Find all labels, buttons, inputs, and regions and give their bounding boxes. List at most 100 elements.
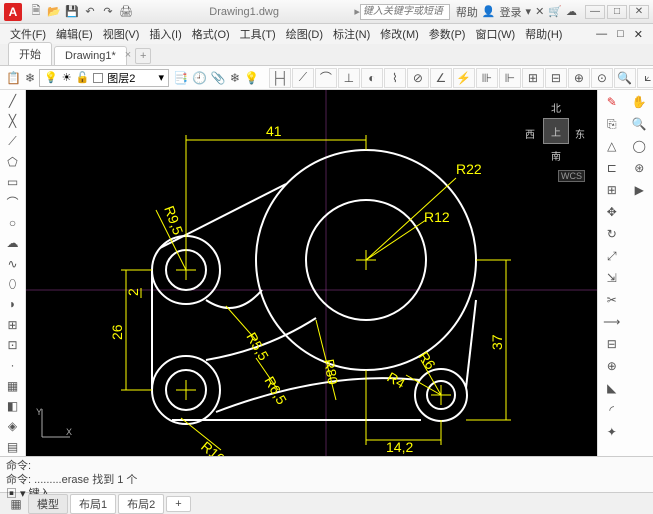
new-icon[interactable]: 🗎 [28, 4, 44, 20]
doc-max-icon[interactable]: □ [613, 28, 628, 40]
viewcube-north[interactable]: 北 [551, 100, 561, 115]
dim-arc-icon[interactable]: ⌒ [315, 68, 337, 88]
open-icon[interactable]: 📂 [46, 4, 62, 20]
copy-icon[interactable]: ⎘ [600, 114, 624, 134]
login-link[interactable]: 登录 [500, 4, 522, 20]
cart-icon[interactable]: 🛒 [548, 5, 562, 18]
dim-quick-icon[interactable]: ⚡ [453, 68, 475, 88]
command-line[interactable]: 命令: 命令: .........erase 找到 1 个 ▣ ▾ 键入.... [0, 456, 653, 492]
extend-icon[interactable]: ⟶ [600, 312, 624, 332]
viewcube[interactable]: 北 南 西 东 上 [521, 96, 591, 166]
menu-insert[interactable]: 插入(I) [145, 26, 185, 42]
break-icon[interactable]: ⊟ [600, 334, 624, 354]
circle-icon[interactable]: ○ [2, 214, 24, 232]
tab-model[interactable]: 模型 [28, 494, 68, 514]
jogged-linear-icon[interactable]: ⟀ [637, 68, 653, 88]
viewcube-west[interactable]: 西 [525, 126, 535, 141]
dim-diameter-icon[interactable]: ⊘ [407, 68, 429, 88]
tab-start[interactable]: 开始 [8, 42, 52, 65]
tab-layout2[interactable]: 布局2 [118, 494, 164, 514]
dim-aligned-icon[interactable]: ⟋ [292, 68, 314, 88]
zoom-icon[interactable]: 🔍 [627, 114, 651, 134]
help-search-input[interactable] [360, 4, 450, 20]
layer-match-icon[interactable]: 📎 [211, 68, 226, 88]
redo-icon[interactable]: ↷ [100, 4, 116, 20]
array-icon[interactable]: ⊞ [600, 180, 624, 200]
tab-add-button[interactable]: + [135, 48, 151, 64]
save-icon[interactable]: 💾 [64, 4, 80, 20]
dim-continue-icon[interactable]: ⊩ [499, 68, 521, 88]
region-icon[interactable]: ◈ [2, 417, 24, 435]
trim-icon[interactable]: ✂ [600, 290, 624, 310]
steering-icon[interactable]: ⊛ [627, 158, 651, 178]
dim-linear-icon[interactable]: ├┤ [269, 68, 291, 88]
menu-edit[interactable]: 编辑(E) [52, 26, 97, 42]
inspect-icon[interactable]: 🔍 [614, 68, 636, 88]
mirror-icon[interactable]: △ [600, 136, 624, 156]
tolerance-icon[interactable]: ⊕ [568, 68, 590, 88]
dim-radius-icon[interactable]: ◐ [361, 68, 383, 88]
minimize-button[interactable]: — [585, 5, 605, 19]
xline-icon[interactable]: ╳ [2, 112, 24, 130]
dim-ordinate-icon[interactable]: ⊥ [338, 68, 360, 88]
dropdown-icon[interactable]: ▾ [526, 5, 532, 18]
centermark-icon[interactable]: ⊙ [591, 68, 613, 88]
polyline-icon[interactable]: ⟋ [2, 133, 24, 151]
move-icon[interactable]: ✥ [600, 202, 624, 222]
tab-close-icon[interactable]: × [125, 49, 131, 61]
rotate-icon[interactable]: ↻ [600, 224, 624, 244]
quickview-icon[interactable]: ▦ [6, 494, 26, 514]
stretch-icon[interactable]: ⇲ [600, 268, 624, 288]
maximize-button[interactable]: □ [607, 5, 627, 19]
doc-close-icon[interactable]: ✕ [630, 28, 647, 41]
drawing-canvas[interactable]: 41 R22 R12 R9,5 R5,5 R80 R6,5 R6 R4 R10 … [26, 90, 597, 456]
chamfer-icon[interactable]: ◣ [600, 378, 624, 398]
erase-icon[interactable]: ✎ [600, 92, 624, 112]
viewcube-east[interactable]: 东 [575, 126, 585, 141]
layer-off-icon[interactable]: 💡 [244, 68, 259, 88]
make-block-icon[interactable]: ⊡ [2, 336, 24, 354]
tab-layout1[interactable]: 布局1 [70, 494, 116, 514]
help-link[interactable]: 帮助 [456, 4, 478, 20]
viewcube-south[interactable]: 南 [551, 148, 561, 163]
dim-break-icon[interactable]: ⊟ [545, 68, 567, 88]
tab-drawing1[interactable]: Drawing1* [54, 46, 127, 65]
hatch-icon[interactable]: ▦ [2, 377, 24, 395]
undo-icon[interactable]: ↶ [82, 4, 98, 20]
polygon-icon[interactable]: ⬠ [2, 153, 24, 171]
menu-parametric[interactable]: 参数(P) [425, 26, 470, 42]
layer-iso-icon[interactable]: 📑 [173, 68, 188, 88]
showmotion-icon[interactable]: ▶ [627, 180, 651, 200]
ellipse-icon[interactable]: ⬯ [2, 275, 24, 293]
pan-icon[interactable]: ✋ [627, 92, 651, 112]
menu-dimension[interactable]: 标注(N) [329, 26, 374, 42]
dim-space-icon[interactable]: ⊞ [522, 68, 544, 88]
point-icon[interactable]: · [2, 356, 24, 374]
menu-window[interactable]: 窗口(W) [471, 26, 519, 42]
close-button[interactable]: ✕ [629, 5, 649, 19]
cloud-icon[interactable]: ☁ [566, 5, 577, 18]
menu-help[interactable]: 帮助(H) [521, 26, 566, 42]
dim-jogged-icon[interactable]: ⌇ [384, 68, 406, 88]
tab-layout-add[interactable]: + [166, 496, 190, 512]
arc-icon[interactable]: ⌒ [2, 194, 24, 212]
gradient-icon[interactable]: ◧ [2, 397, 24, 415]
layer-freeze-icon[interactable]: ❄ [230, 68, 240, 88]
rectangle-icon[interactable]: ▭ [2, 173, 24, 191]
dim-baseline-icon[interactable]: ⊪ [476, 68, 498, 88]
layer-prev-icon[interactable]: 🕘 [192, 68, 207, 88]
insert-block-icon[interactable]: ⊞ [2, 316, 24, 334]
print-icon[interactable]: 🖨 [118, 4, 134, 20]
revcloud-icon[interactable]: ☁ [2, 234, 24, 252]
wcs-label[interactable]: WCS [558, 170, 585, 182]
doc-min-icon[interactable]: — [592, 28, 611, 40]
offset-icon[interactable]: ⊏ [600, 158, 624, 178]
explode-icon[interactable]: ✦ [600, 422, 624, 442]
ellipse-arc-icon[interactable]: ◗ [2, 295, 24, 313]
table-icon[interactable]: ▤ [2, 438, 24, 456]
join-icon[interactable]: ⊕ [600, 356, 624, 376]
menu-format[interactable]: 格式(O) [188, 26, 234, 42]
exchange-icon[interactable]: ✕ [535, 5, 544, 18]
layer-selector[interactable]: 💡 ☀ 🔓 图层2 ▾ [39, 69, 169, 87]
fillet-icon[interactable]: ◜ [600, 400, 624, 420]
